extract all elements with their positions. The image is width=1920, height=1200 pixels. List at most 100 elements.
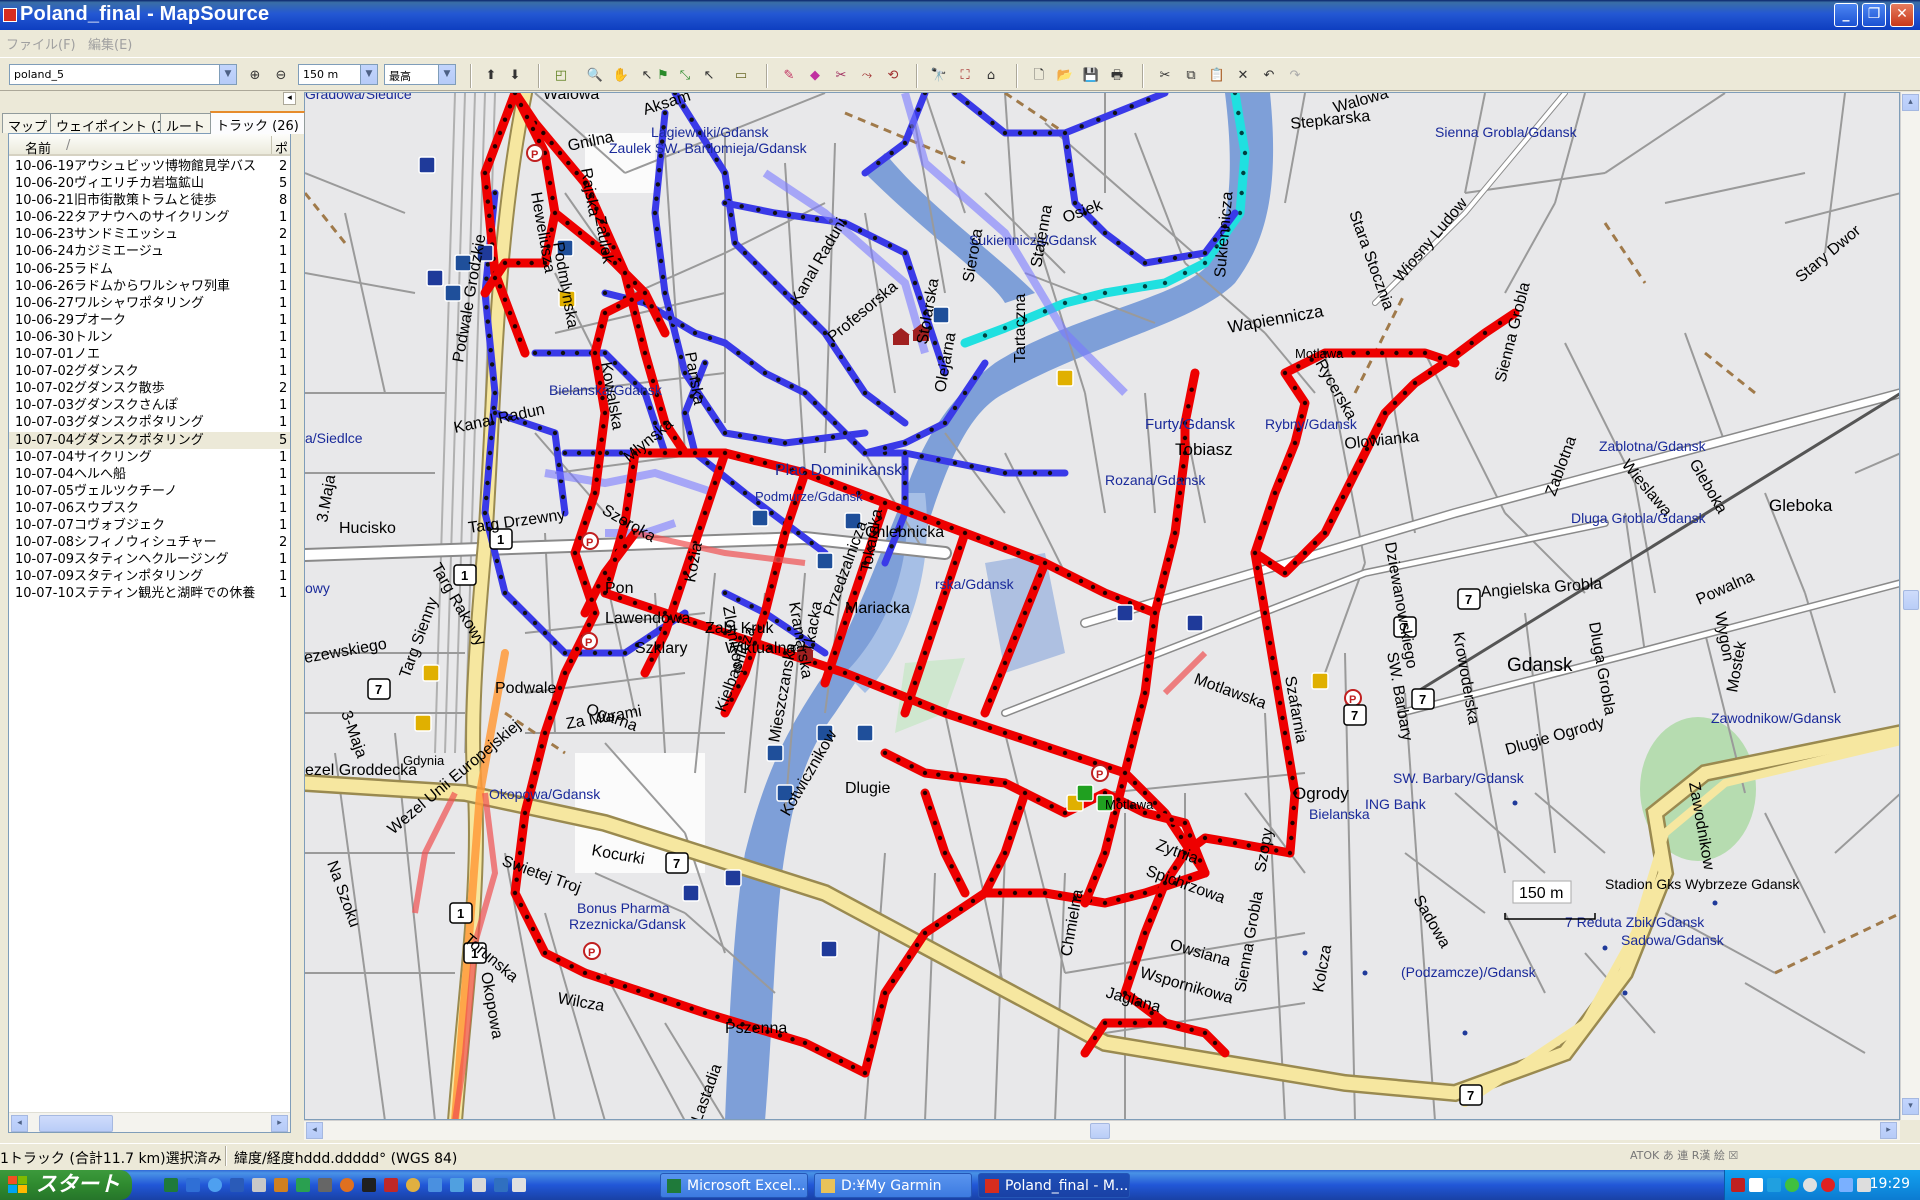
scroll-left-icon[interactable]: ◂ bbox=[11, 1115, 28, 1132]
paste-icon[interactable]: 📋 bbox=[1208, 67, 1226, 85]
app-quicklaunch-icon[interactable] bbox=[428, 1178, 442, 1192]
track-row[interactable]: 10-07-05ヴェルツクチーノ 1 bbox=[9, 483, 290, 500]
scroll-left-icon[interactable]: ◂ bbox=[306, 1122, 323, 1139]
app-quicklaunch-icon[interactable] bbox=[512, 1178, 526, 1192]
app-quicklaunch-icon[interactable] bbox=[494, 1178, 508, 1192]
menu-file[interactable]: ファイル(F) bbox=[6, 34, 76, 53]
track-row[interactable]: 10-06-30トルン 1 bbox=[9, 329, 290, 346]
map-vertical-scrollbar[interactable]: ▴ ▾ bbox=[1900, 92, 1920, 1120]
track-row[interactable]: 10-06-22タアナウへのサイクリング 1 bbox=[9, 209, 290, 226]
track-row[interactable]: 10-07-02グダンスク 1 bbox=[9, 363, 290, 380]
receive-from-device-icon[interactable]: ⬆ bbox=[482, 67, 500, 85]
track-row[interactable]: 10-06-20ヴィエリチカ岩塩鉱山 5 bbox=[9, 175, 290, 192]
outlook-quicklaunch-icon[interactable] bbox=[186, 1178, 200, 1192]
new-file-icon[interactable]: 🗋 bbox=[1030, 67, 1048, 85]
redo-icon[interactable]: ↷ bbox=[1286, 67, 1304, 85]
tray-icon[interactable] bbox=[1821, 1178, 1835, 1192]
menu-edit[interactable]: 編集(E) bbox=[88, 34, 132, 53]
minimize-button[interactable]: _ bbox=[1834, 3, 1858, 27]
waypoint-tool-icon[interactable]: ⚑ bbox=[654, 67, 672, 85]
track-filter-icon[interactable]: ⟲ bbox=[884, 67, 902, 85]
find-icon[interactable]: 🔭 bbox=[930, 67, 948, 85]
track-row[interactable]: 10-07-09スタティンヘクルージング 1 bbox=[9, 551, 290, 568]
track-row[interactable]: 10-07-04ヘルへ船 1 bbox=[9, 466, 290, 483]
scroll-right-icon[interactable]: ▸ bbox=[271, 1115, 288, 1132]
undo-icon[interactable]: ↶ bbox=[1260, 67, 1278, 85]
open-file-icon[interactable]: 📂 bbox=[1056, 67, 1074, 85]
track-row[interactable]: 10-06-26ラドムからワルシャワ列車 1 bbox=[9, 278, 290, 295]
track-list[interactable]: 名前 / ポ 10-06-19アウシュビッツ博物館見学バス 2 10-06-20ヴィ… bbox=[8, 133, 291, 1133]
scroll-right-icon[interactable]: ▸ bbox=[1880, 1122, 1897, 1139]
list-horizontal-scrollbar[interactable]: ◂ ▸ bbox=[9, 1112, 290, 1132]
track-row[interactable]: 10-06-19アウシュビッツ博物館見学バス 2 bbox=[9, 158, 290, 175]
track-join-icon[interactable]: ⤳ bbox=[858, 67, 876, 85]
ime-toolbar[interactable]: ATOK あ 連 R漢 絵 ☒ bbox=[1630, 1147, 1920, 1167]
hand-tool-icon[interactable]: ✋ bbox=[612, 67, 630, 85]
zoom-select[interactable]: 150 m ▼ bbox=[298, 64, 378, 85]
track-row[interactable]: 10-06-27ワルシャワポタリング 1 bbox=[9, 295, 290, 312]
track-row[interactable]: 10-07-02グダンスク散歩 2 bbox=[9, 380, 290, 397]
eraser-icon[interactable]: ◆ bbox=[806, 67, 824, 85]
app-quicklaunch-icon[interactable] bbox=[296, 1178, 310, 1192]
map-view[interactable]: PPPPPP 77777771111 Stepkarska Sienna Grob… bbox=[304, 92, 1900, 1120]
track-split-icon[interactable]: ✂ bbox=[832, 67, 850, 85]
close-button[interactable]: ✕ bbox=[1890, 3, 1914, 27]
zoom-in-icon[interactable]: ⊕ bbox=[246, 67, 264, 85]
track-row[interactable]: 10-06-25ラドム 1 bbox=[9, 261, 290, 278]
send-to-device-icon[interactable]: ⬇ bbox=[506, 67, 524, 85]
track-row[interactable]: 10-07-04サイクリング 1 bbox=[9, 449, 290, 466]
app-quicklaunch-icon[interactable] bbox=[318, 1178, 332, 1192]
detail-select[interactable]: 最高 ▼ bbox=[384, 64, 456, 85]
excel-quicklaunch-icon[interactable] bbox=[164, 1178, 178, 1192]
cut-icon[interactable]: ✂ bbox=[1156, 67, 1174, 85]
track-row[interactable]: 10-07-08シフィノウィシュチャー 2 bbox=[9, 534, 290, 551]
track-row[interactable]: 10-07-01ノエ 1 bbox=[9, 346, 290, 363]
print-icon[interactable]: 🖶 bbox=[1108, 67, 1126, 85]
ie-quicklaunch-icon[interactable] bbox=[208, 1178, 222, 1192]
track-row[interactable]: 10-07-07コヴォブジェク 1 bbox=[9, 517, 290, 534]
scroll-up-icon[interactable]: ▴ bbox=[1902, 94, 1919, 111]
firefox-quicklaunch-icon[interactable] bbox=[340, 1178, 354, 1192]
tray-icon[interactable] bbox=[1731, 1178, 1745, 1192]
app-quicklaunch-icon[interactable] bbox=[274, 1178, 288, 1192]
app-quicklaunch-icon[interactable] bbox=[406, 1178, 420, 1192]
track-row[interactable]: 10-06-29プオーク 1 bbox=[9, 312, 290, 329]
app-quicklaunch-icon[interactable] bbox=[362, 1178, 376, 1192]
tab-tracks[interactable]: トラック (26) bbox=[210, 111, 305, 134]
zoom-out-icon[interactable]: ⊖ bbox=[272, 67, 290, 85]
track-row[interactable]: 10-07-03グダンスクさんぽ 1 bbox=[9, 397, 290, 414]
app-quicklaunch-icon[interactable] bbox=[450, 1178, 464, 1192]
app-quicklaunch-icon[interactable] bbox=[472, 1178, 486, 1192]
track-draw-icon[interactable]: ✎ bbox=[780, 67, 798, 85]
find-address-icon[interactable]: ⌂ bbox=[982, 67, 1000, 85]
save-file-icon[interactable]: 💾 bbox=[1082, 67, 1100, 85]
zoom-tool-icon[interactable]: 🔍 bbox=[586, 67, 604, 85]
track-row[interactable]: 10-06-21旧市街散策トラムと徒歩 8 bbox=[9, 192, 290, 209]
distance-tool-icon[interactable]: ▭ bbox=[732, 67, 750, 85]
scroll-thumb[interactable] bbox=[1903, 590, 1919, 610]
map-product-select[interactable]: poland_5 ▼ bbox=[9, 64, 237, 85]
scroll-thumb[interactable] bbox=[1090, 1123, 1110, 1139]
track-row[interactable]: 10-06-24カジミエージュ 1 bbox=[9, 243, 290, 260]
taskbar-excel[interactable]: Microsoft Excel... bbox=[660, 1173, 808, 1198]
tab-waypoints[interactable]: ウェイポイント (1) bbox=[50, 113, 176, 135]
track-row[interactable]: 10-07-04グダンスクポタリング 5 bbox=[9, 431, 290, 449]
tray-icon[interactable] bbox=[1803, 1178, 1817, 1192]
route-tool-icon[interactable]: ⤡ bbox=[676, 67, 694, 85]
maximize-button[interactable]: ❐ bbox=[1862, 3, 1886, 27]
map-canvas[interactable]: PPPPPP 77777771111 Stepkarska Sienna Grob… bbox=[305, 93, 1900, 1120]
column-points-header[interactable]: ポ bbox=[275, 138, 288, 157]
app-quicklaunch-icon[interactable] bbox=[384, 1178, 398, 1192]
desktop-quicklaunch-icon[interactable] bbox=[252, 1178, 266, 1192]
tray-icon[interactable] bbox=[1785, 1178, 1799, 1192]
tray-icon[interactable] bbox=[1767, 1178, 1781, 1192]
tab-routes[interactable]: ルート bbox=[160, 113, 212, 135]
track-row[interactable]: 10-07-06スウプスク 1 bbox=[9, 500, 290, 517]
tray-icon[interactable] bbox=[1749, 1178, 1763, 1192]
map-horizontal-scrollbar[interactable]: ◂ ▸ bbox=[304, 1120, 1900, 1140]
track-tool-icon[interactable]: ↖ bbox=[700, 67, 718, 85]
scroll-thumb[interactable] bbox=[39, 1115, 113, 1132]
tab-map[interactable]: マップ bbox=[2, 113, 54, 135]
panel-collapse-button[interactable]: ◂ bbox=[283, 92, 296, 105]
map-select-icon[interactable]: ◰ bbox=[552, 67, 570, 85]
